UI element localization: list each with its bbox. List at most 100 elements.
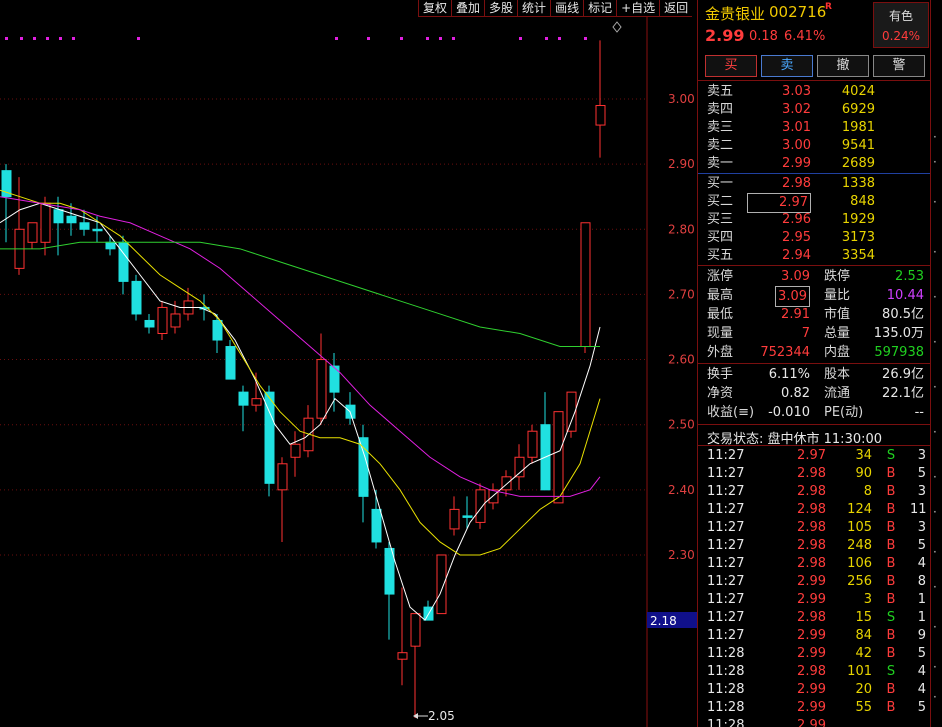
candle-down xyxy=(66,215,77,224)
toolbar-button[interactable]: 多股 xyxy=(484,0,518,17)
edge-fragment: · xyxy=(933,425,937,439)
ask-level-label: 卖二 xyxy=(707,138,734,153)
tick-side: B xyxy=(886,682,896,697)
stock-code[interactable]: 002716 xyxy=(769,3,826,21)
tick-row[interactable]: 11:27 2.97 34 S 3 xyxy=(698,447,930,465)
bid-volume: 848 xyxy=(850,194,875,209)
candle-up xyxy=(595,105,606,126)
signal-dot xyxy=(137,37,140,40)
ask-row[interactable]: 卖一 2.99 2689 xyxy=(698,155,930,173)
tick-volume: 42 xyxy=(855,646,872,661)
kline-canvas[interactable]: 3.00 2.90 2.80 2.70 2.60 2.50 2.40 2.30 2.18 2.05 xyxy=(0,0,697,727)
divider xyxy=(698,80,930,81)
toolbar-button[interactable]: 画线 xyxy=(550,0,584,17)
ask-level-label: 卖四 xyxy=(707,102,734,117)
price-change-pct: 6.41% xyxy=(784,29,826,44)
tick-row[interactable]: 11:27 2.99 84 B 9 xyxy=(698,627,930,645)
stat-value: 26.9亿 xyxy=(882,367,924,382)
price-change: 0.18 xyxy=(749,29,778,44)
stat-value: 3.09 xyxy=(775,286,810,307)
tick-row[interactable]: 11:27 2.98 8 B 3 xyxy=(698,483,930,501)
tick-row[interactable]: 11:28 2.99 xyxy=(698,717,930,727)
signal-dot xyxy=(426,37,429,40)
edge-fragment: · xyxy=(933,380,937,394)
edge-fragment: · xyxy=(933,290,937,304)
tick-row[interactable]: 11:28 2.99 55 B 5 xyxy=(698,699,930,717)
candle-down xyxy=(144,319,155,328)
tick-row[interactable]: 11:28 2.98 101 S 4 xyxy=(698,663,930,681)
tick-row[interactable]: 11:27 2.98 106 B 4 xyxy=(698,555,930,573)
ask-row[interactable]: 卖三 3.01 1981 xyxy=(698,119,930,137)
ma10-line xyxy=(0,189,601,556)
tick-row[interactable]: 11:27 2.98 90 B 5 xyxy=(698,465,930,483)
tick-price: 2.99 xyxy=(797,718,826,727)
signal-dot xyxy=(558,37,561,40)
toolbar-button[interactable]: 叠加 xyxy=(451,0,485,17)
tick-side: B xyxy=(886,556,896,571)
tick-time: 11:27 xyxy=(707,610,745,625)
tick-row[interactable]: 11:27 2.98 248 B 5 xyxy=(698,537,930,555)
candle-up xyxy=(316,359,327,419)
tick-row[interactable]: 11:28 2.99 20 B 4 xyxy=(698,681,930,699)
ask-row[interactable]: 卖二 3.00 9541 xyxy=(698,137,930,155)
signal-dot xyxy=(400,37,403,40)
candle-up xyxy=(553,411,564,504)
toolbar-button[interactable]: 标记 xyxy=(583,0,617,17)
signal-dot xyxy=(584,37,587,40)
tick-time: 11:28 xyxy=(707,664,745,679)
tick-volume: 8 xyxy=(863,484,872,499)
bid-row[interactable]: 买一 2.98 1338 xyxy=(698,175,930,193)
divider xyxy=(698,424,930,425)
ask-row[interactable]: 卖四 3.02 6929 xyxy=(698,101,930,119)
diamond-icon xyxy=(612,21,622,33)
bid-row[interactable]: 买四 2.95 3173 xyxy=(698,229,930,247)
candle-down xyxy=(53,209,64,224)
tick-price: 2.98 xyxy=(797,466,826,481)
tick-side: B xyxy=(886,502,896,517)
toolbar-button[interactable]: 复权 xyxy=(418,0,452,17)
price-tick-label: 2.50 xyxy=(668,418,695,432)
sector-button[interactable]: 有色 0.24% xyxy=(873,2,929,48)
tick-price: 2.98 xyxy=(797,484,826,499)
tick-side: B xyxy=(886,466,896,481)
tick-row[interactable]: 11:27 2.98 105 B 3 xyxy=(698,519,930,537)
tick-row[interactable]: 11:27 2.99 256 B 8 xyxy=(698,573,930,591)
candle-down xyxy=(358,437,369,497)
tick-row[interactable]: 11:27 2.99 3 B 1 xyxy=(698,591,930,609)
stock-name[interactable]: 金贵银业 xyxy=(705,3,765,24)
signal-dot xyxy=(335,37,338,40)
ask-level-label: 卖一 xyxy=(707,156,734,171)
signal-dot xyxy=(46,37,49,40)
cancel-order-button[interactable]: 撤 xyxy=(817,55,869,77)
alert-button[interactable]: 警 xyxy=(873,55,925,77)
toolbar-button[interactable]: 返回 xyxy=(659,0,693,17)
tick-time: 11:28 xyxy=(707,700,745,715)
bid-row[interactable]: 买五 2.94 3354 xyxy=(698,247,930,265)
tick-time: 11:27 xyxy=(707,484,745,499)
bid-row[interactable]: 买二 2.97 848 xyxy=(698,193,930,213)
sell-button[interactable]: 卖 xyxy=(761,55,813,77)
stat-label: 外盘 xyxy=(707,345,734,360)
tick-row[interactable]: 11:27 2.98 15 S 1 xyxy=(698,609,930,627)
current-price-tag-text: 2.18 xyxy=(650,614,677,628)
tick-time: 11:28 xyxy=(707,646,745,661)
ask-row[interactable]: 卖五 3.03 4024 xyxy=(698,83,930,101)
chart-toolbar: 复权 叠加 多股 统计 画线 标记 +自选 返回 xyxy=(418,0,693,17)
tick-row[interactable]: 11:28 2.99 42 B 5 xyxy=(698,645,930,663)
stat-value: -0.010 xyxy=(768,405,810,420)
stat-value: 22.1亿 xyxy=(882,386,924,401)
tick-price: 2.98 xyxy=(797,520,826,535)
kline-chart[interactable]: 3.00 2.90 2.80 2.70 2.60 2.50 2.40 2.30 2.18 2.05… xyxy=(0,0,697,727)
toolbar-button[interactable]: 统计 xyxy=(517,0,551,17)
tick-price: 2.97 xyxy=(797,448,826,463)
signal-dot xyxy=(367,37,370,40)
bid-row[interactable]: 买三 2.96 1929 xyxy=(698,211,930,229)
tick-price: 2.98 xyxy=(797,538,826,553)
tick-side: B xyxy=(886,700,896,715)
toolbar-button[interactable]: +自选 xyxy=(616,0,660,17)
tick-side: B xyxy=(886,574,896,589)
buy-button[interactable]: 买 xyxy=(705,55,757,77)
tick-row[interactable]: 11:27 2.98 124 B 11 xyxy=(698,501,930,519)
edge-fragment: · xyxy=(933,335,937,349)
stat-row: 涨停 3.09 跌停 2.53 xyxy=(698,267,930,286)
